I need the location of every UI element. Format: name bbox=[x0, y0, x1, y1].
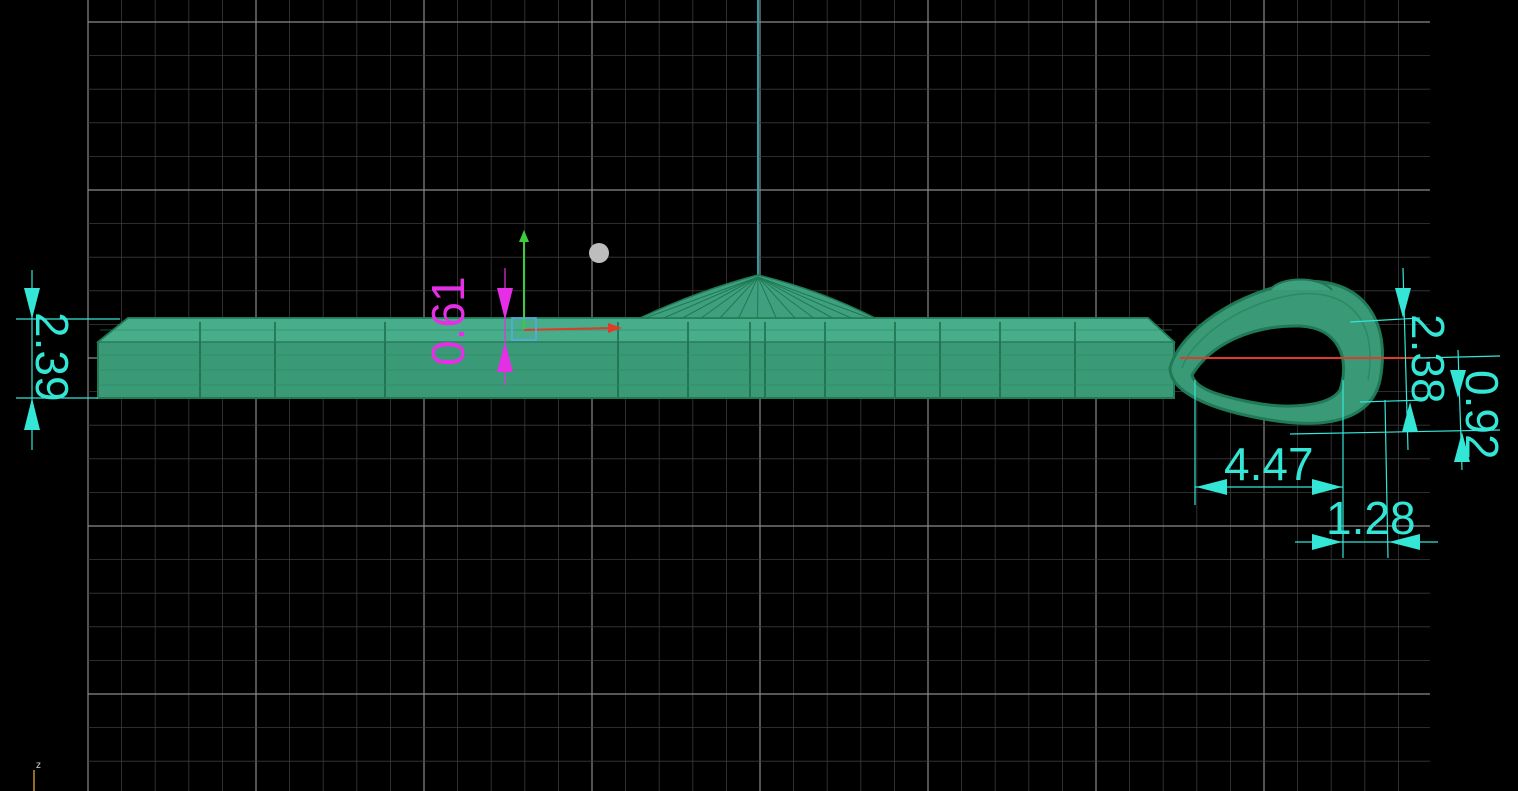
dimension-label-loop-height: 2.38 bbox=[1402, 314, 1454, 404]
dimension-label-loop-width: 4.47 bbox=[1224, 438, 1314, 490]
pivot-point-icon[interactable] bbox=[589, 243, 609, 263]
dimension-label-loop-wall: 1.28 bbox=[1326, 492, 1416, 544]
axis-indicator-label: z bbox=[36, 760, 41, 771]
dimension-label-plate-height: 2.39 bbox=[26, 312, 78, 402]
dimension-label-loop-offset: 0.92 bbox=[1456, 370, 1508, 460]
dimension-label-selected-offset: 0.61 bbox=[422, 276, 474, 366]
cad-viewport[interactable]: 2.39 0.61 2.38 0.92 4.47 1.28 z bbox=[0, 0, 1518, 791]
dome-wire bbox=[757, 276, 759, 319]
